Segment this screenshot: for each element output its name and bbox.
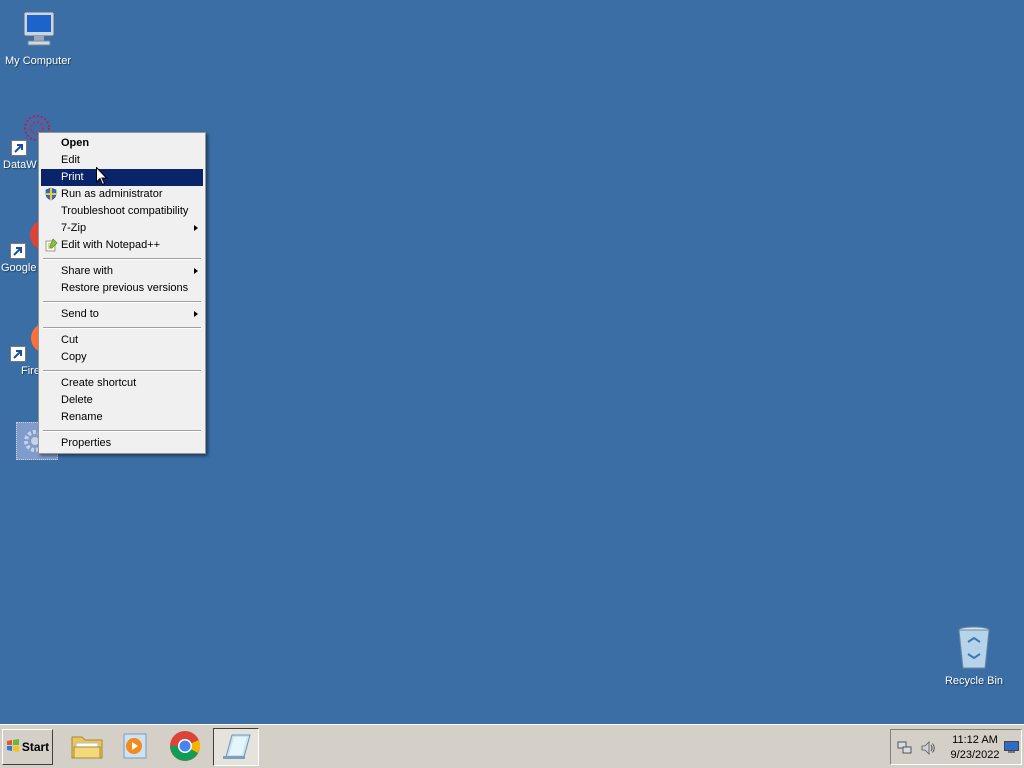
windows-logo-icon: [6, 738, 20, 756]
folder-icon: [70, 731, 104, 764]
menu-item-properties[interactable]: Properties: [41, 435, 203, 452]
taskbar-notepad-button[interactable]: [213, 728, 259, 766]
system-tray: 11:12 AM 9/23/2022: [890, 729, 1022, 765]
menu-separator: [43, 258, 201, 260]
desktop-icon-my-computer[interactable]: My Computer: [0, 8, 76, 67]
clock-date: 9/23/2022: [950, 749, 1000, 761]
menu-item-delete[interactable]: Delete: [41, 392, 203, 409]
menu-item-label: Send to: [61, 308, 99, 320]
menu-item-label: Run as administrator: [61, 188, 163, 200]
mouse-cursor-icon: [96, 166, 108, 186]
submenu-arrow-icon: [194, 311, 198, 317]
menu-item-copy[interactable]: Copy: [41, 349, 203, 366]
desktop-icon-recycle-bin[interactable]: Recycle Bin: [936, 624, 1012, 687]
shortcut-arrow-icon: [11, 140, 27, 156]
desktop-icon-label: My Computer: [4, 55, 72, 67]
menu-item-rename[interactable]: Rename: [41, 409, 203, 426]
shortcut-arrow-icon: [10, 346, 26, 362]
menu-item-create-shortcut[interactable]: Create shortcut: [41, 375, 203, 392]
start-label: Start: [21, 740, 50, 754]
menu-item-cut[interactable]: Cut: [41, 332, 203, 349]
volume-icon[interactable]: [920, 740, 936, 759]
desktop-icon-label: Recycle Bin: [944, 675, 1004, 687]
taskbar-chrome-button[interactable]: [162, 728, 208, 766]
network-icon[interactable]: [897, 740, 913, 759]
recycle-bin-icon: [952, 624, 996, 669]
menu-item-label: 7-Zip: [61, 222, 87, 234]
taskbar-media-player-button[interactable]: [112, 728, 158, 766]
menu-item-edit-with-notepad-plus-plus[interactable]: Edit with Notepad++: [41, 237, 203, 254]
computer-icon: [16, 8, 60, 52]
show-desktop-icon[interactable]: [1004, 741, 1019, 756]
menu-separator: [43, 370, 201, 372]
clock-time: 11:12 AM: [952, 734, 998, 746]
submenu-arrow-icon: [194, 268, 198, 274]
chrome-icon: [169, 730, 201, 765]
menu-item-label: Edit with Notepad++: [61, 239, 161, 251]
start-button[interactable]: Start: [2, 729, 53, 765]
notepad-plus-plus-icon: [44, 238, 58, 252]
menu-item-share-with[interactable]: Share with: [41, 263, 203, 280]
taskbar-file-explorer-button[interactable]: [64, 728, 110, 766]
media-player-icon: [120, 731, 150, 764]
menu-item-restore-previous-versions[interactable]: Restore previous versions: [41, 280, 203, 297]
menu-separator: [43, 430, 201, 432]
menu-item-edit[interactable]: Edit: [41, 152, 203, 169]
shortcut-arrow-icon: [10, 243, 26, 259]
clock[interactable]: 11:12 AM 9/23/2022: [947, 733, 1003, 763]
context-menu: Open Edit Print Run as administrator Tro…: [38, 132, 206, 454]
menu-separator: [43, 327, 201, 329]
notepad-icon: [220, 731, 252, 764]
submenu-arrow-icon: [194, 225, 198, 231]
menu-item-7zip[interactable]: 7-Zip: [41, 220, 203, 237]
menu-item-print[interactable]: Print: [41, 169, 203, 186]
menu-separator: [43, 301, 201, 303]
menu-item-troubleshoot-compatibility[interactable]: Troubleshoot compatibility: [41, 203, 203, 220]
menu-item-open[interactable]: Open: [41, 135, 203, 152]
taskbar: Start 11:12 AM 9/23/2022: [0, 724, 1024, 768]
uac-shield-icon: [44, 187, 58, 201]
menu-item-label: Share with: [61, 265, 113, 277]
menu-item-send-to[interactable]: Send to: [41, 306, 203, 323]
menu-item-run-as-administrator[interactable]: Run as administrator: [41, 186, 203, 203]
